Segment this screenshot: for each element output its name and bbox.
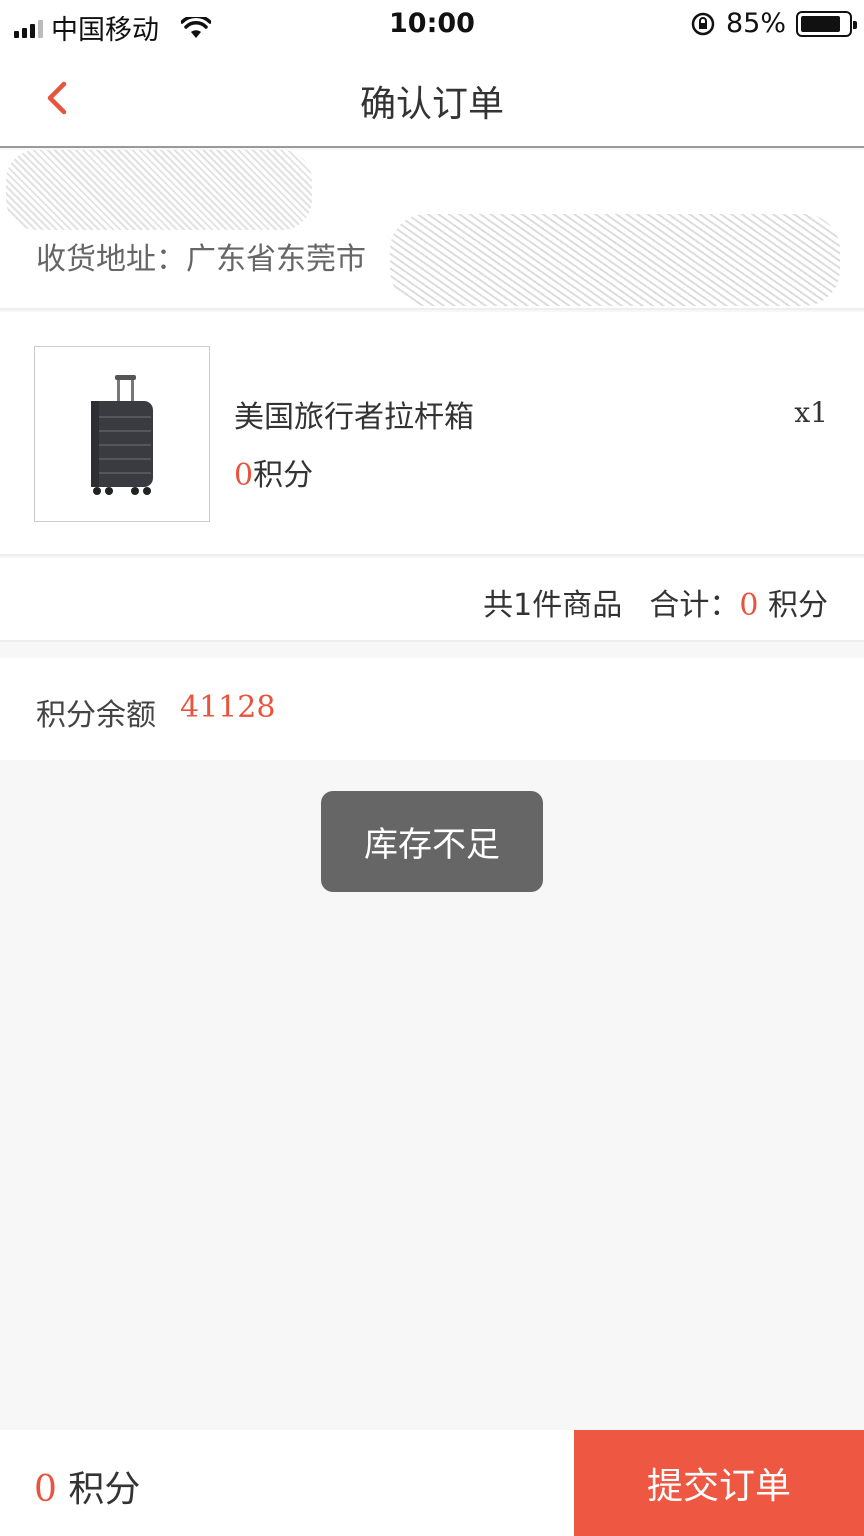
battery-fill <box>801 15 841 32</box>
address-city: 广东省东莞市 <box>186 242 366 277</box>
bottom-total-unit: 积分 <box>68 1469 141 1510</box>
bottom-total-value: 0 <box>34 1469 57 1510</box>
address-section[interactable]: 收货地址：广东省东莞市 <box>0 150 864 310</box>
submit-order-button[interactable]: 提交订单 <box>574 1430 864 1536</box>
suitcase-icon <box>91 375 153 495</box>
balance-value: 41128 <box>180 690 276 725</box>
total-label: 合计： <box>649 588 740 623</box>
summary-text: 共1件商品 合计：0 积分 <box>483 580 828 624</box>
product-price-value: 0 <box>234 458 254 493</box>
toast-message: 库存不足 <box>321 791 543 892</box>
status-right: 85% <box>690 8 857 39</box>
redacted-recipient <box>6 150 312 230</box>
bottom-total: 0 积分 <box>34 1460 140 1512</box>
battery-percent: 85% <box>725 8 786 39</box>
product-price: 0积分 <box>234 450 313 494</box>
battery-icon <box>796 10 857 37</box>
total-unit: 积分 <box>768 588 828 623</box>
page-title: 确认订单 <box>359 84 504 125</box>
nav-bar: 确认订单 <box>0 48 864 148</box>
total-value: 0 <box>739 588 759 623</box>
address-line: 收货地址：广东省东莞市 <box>36 234 366 278</box>
product-name: 美国旅行者拉杆箱 <box>234 400 474 435</box>
product-item[interactable]: 美国旅行者拉杆箱 0积分 x1 <box>0 312 864 556</box>
item-count: 共1件商品 <box>483 588 623 623</box>
points-balance: 积分余额 41128 <box>0 658 864 760</box>
redacted-address-detail <box>390 214 840 306</box>
status-bar: 中国移动 10:00 85% <box>0 0 864 48</box>
product-quantity: x1 <box>794 396 828 429</box>
rotation-lock-icon <box>691 12 715 35</box>
address-label: 收货地址： <box>36 242 186 277</box>
bottom-bar: 0 积分 提交订单 <box>0 1430 864 1536</box>
balance-label: 积分余额 <box>36 698 156 733</box>
product-thumbnail <box>34 346 210 522</box>
order-summary: 共1件商品 合计：0 积分 <box>0 558 864 642</box>
product-price-unit: 积分 <box>253 458 314 493</box>
